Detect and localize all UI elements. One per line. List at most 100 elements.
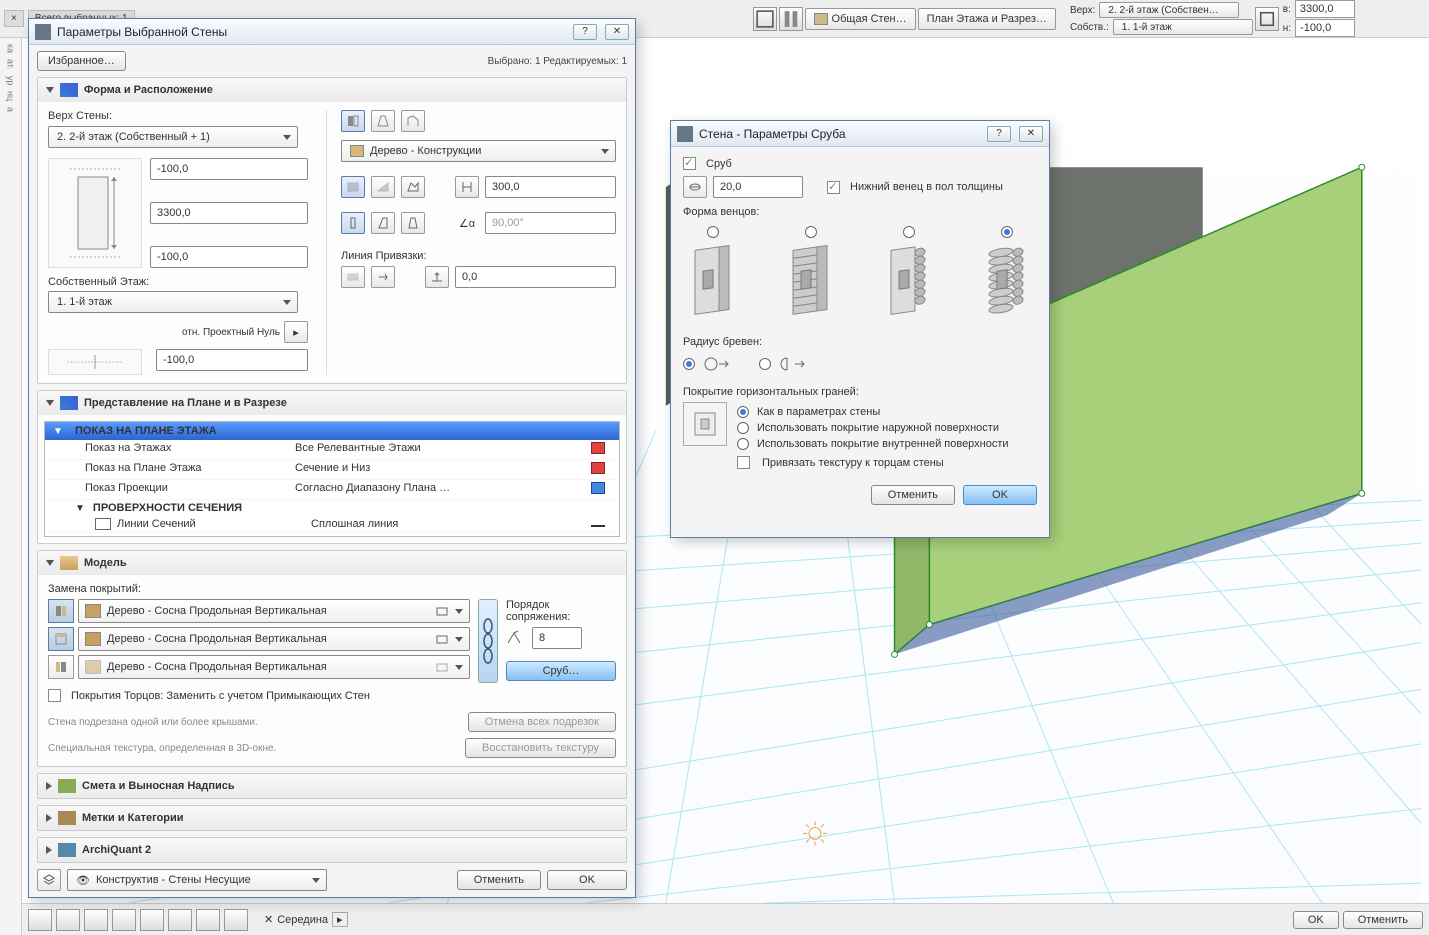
log-height-icon [683, 176, 707, 198]
refline-flip-icon[interactable] [371, 266, 395, 288]
profile-complex-icon[interactable] [401, 176, 425, 198]
end-surfaces-checkbox[interactable] [48, 689, 61, 702]
radius-full-radio[interactable] [683, 358, 695, 370]
section-model-header[interactable]: Модель [38, 551, 626, 575]
base-diagram [48, 349, 142, 375]
section-archiquant-header[interactable]: ArchiQuant 2 [38, 838, 626, 862]
tree-group-floorplan[interactable]: ▼ПОКАЗ НА ПЛАНЕ ЭТАЖА [45, 422, 619, 440]
plan-section-dropdown[interactable]: План Этажа и Разрез… [918, 8, 1056, 30]
chain-surfaces-toggle[interactable] [478, 599, 498, 683]
crown-shape-1-preview [683, 244, 743, 324]
log-button[interactable]: Сруб… [506, 661, 616, 681]
project-zero-input[interactable]: -100,0 [156, 349, 308, 371]
bb-icon-2[interactable] [56, 909, 80, 931]
plan-tree[interactable]: ▼ПОКАЗ НА ПЛАНЕ ЭТАЖА Показ на ЭтажахВсе… [44, 421, 620, 537]
layer-icon[interactable] [37, 869, 61, 891]
section-tags-header[interactable]: Метки и Категории [38, 806, 626, 830]
override-edge-toggle[interactable] [48, 627, 74, 651]
section-listing-header[interactable]: Смета и Выносная Надпись [38, 774, 626, 798]
own-link-label: Собств.: [1068, 22, 1111, 33]
override-in-toggle[interactable] [48, 655, 74, 679]
bb-icon-7[interactable] [196, 909, 220, 931]
tree-row[interactable]: Показ на Плане ЭтажаСечение и Низ [45, 460, 619, 480]
log-details-titlebar[interactable]: Стена - Параметры Сруба ? ✕ [671, 121, 1049, 147]
geom-poly-icon[interactable] [401, 110, 425, 132]
close-button[interactable]: ✕ [1019, 126, 1043, 142]
refline-type-icon[interactable] [341, 266, 365, 288]
rel-zero-icon[interactable]: ▸ [284, 321, 308, 343]
profile-flat-icon[interactable] [341, 176, 365, 198]
log-height-input[interactable]: 20,0 [713, 176, 803, 198]
material-dropdown[interactable]: Дерево - Конструкции [341, 140, 616, 162]
crown-shape-2-radio[interactable] [805, 226, 817, 238]
coverage-inner-radio[interactable] [737, 438, 749, 450]
link-icon[interactable] [1255, 7, 1279, 31]
favorites-button[interactable]: Избранное… [37, 51, 126, 71]
section-geometry-header[interactable]: Форма и Расположение [38, 78, 626, 102]
geom-trapezoid-icon[interactable] [371, 110, 395, 132]
tree-row[interactable]: Линии СеченийСплошная линия [45, 516, 619, 533]
trim-note: Стена подрезана одной или более крышами. [48, 717, 258, 728]
top-offset-input[interactable]: -100,0 [150, 158, 308, 180]
tab-close[interactable]: × [4, 10, 24, 27]
radius-half-radio[interactable] [759, 358, 771, 370]
top-link-dropdown[interactable]: 2. 2-й этаж (Собствен… [1099, 2, 1239, 18]
width-input[interactable] [1295, 0, 1355, 18]
log-ok-button[interactable]: OK [963, 485, 1037, 505]
height-input[interactable] [1295, 19, 1355, 37]
crown-shape-3-radio[interactable] [903, 226, 915, 238]
thickness-input[interactable]: 300,0 [485, 176, 616, 198]
bb-icon-1[interactable] [28, 909, 52, 931]
cancel-button[interactable]: Отменить [457, 870, 541, 890]
help-button[interactable]: ? [573, 24, 597, 40]
bb-icon-8[interactable] [224, 909, 248, 931]
slant-one-icon[interactable] [371, 212, 395, 234]
geometry-icon [60, 83, 78, 97]
log-checkbox[interactable] [683, 157, 696, 170]
wall-settings-dialog: Параметры Выбранной Стены ? ✕ Избранное…… [28, 18, 636, 898]
restore-texture-button[interactable]: Восстановить текстуру [465, 738, 616, 758]
top-wall-dropdown[interactable]: 2. 2-й этаж (Собственный + 1) [48, 126, 298, 148]
log-cancel-button[interactable]: Отменить [871, 485, 955, 505]
half-log-checkbox[interactable] [827, 181, 840, 194]
bottom-ok-button[interactable]: OK [1293, 911, 1339, 929]
crown-shape-1-radio[interactable] [707, 226, 719, 238]
tree-row[interactable]: Показ на ЭтажахВсе Релевантные Этажи [45, 440, 619, 460]
own-link-dropdown[interactable]: 1. 1-й этаж [1113, 19, 1253, 35]
override-out-toggle[interactable] [48, 599, 74, 623]
surface-edge-dropdown[interactable]: Дерево - Сосна Продольная Вертикальная [78, 627, 470, 651]
surface-out-dropdown[interactable]: Дерево - Сосна Продольная Вертикальная [78, 599, 470, 623]
help-button[interactable]: ? [987, 126, 1011, 142]
ok-button[interactable]: OK [547, 870, 627, 890]
close-button[interactable]: ✕ [605, 24, 629, 40]
bb-icon-3[interactable] [84, 909, 108, 931]
bottom-offset-input[interactable]: -100,0 [150, 246, 308, 268]
layer-dropdown[interactable]: 👁 Конструктив - Стены Несущие [67, 869, 327, 891]
bb-icon-4[interactable] [112, 909, 136, 931]
wall-settings-title: Параметры Выбранной Стены [57, 25, 565, 39]
coverage-wall-radio[interactable] [737, 406, 749, 418]
slant-two-icon[interactable] [401, 212, 425, 234]
geom-straight-icon[interactable] [341, 110, 365, 132]
crown-shape-4-radio[interactable] [1001, 226, 1013, 238]
tool-icon-2[interactable] [779, 7, 803, 31]
refline-offset-input[interactable]: 0,0 [455, 266, 616, 288]
tree-row[interactable]: Показ ПроекцииСогласно Диапазону Плана … [45, 480, 619, 500]
bb-icon-5[interactable] [140, 909, 164, 931]
wall-height-input[interactable]: 3300,0 [150, 202, 308, 224]
undo-trim-button[interactable]: Отмена всех подрезок [468, 712, 616, 732]
wall-type-dropdown[interactable]: Общая Стен… [805, 8, 916, 30]
slant-vertical-icon[interactable] [341, 212, 365, 234]
bind-texture-checkbox[interactable] [737, 456, 750, 469]
bottom-cancel-button[interactable]: Отменить [1343, 911, 1423, 929]
wall-settings-titlebar[interactable]: Параметры Выбранной Стены ? ✕ [29, 19, 635, 45]
coverage-label: Покрытие горизонтальных граней: [683, 386, 1037, 398]
coverage-outer-radio[interactable] [737, 422, 749, 434]
junction-input[interactable]: 8 [532, 627, 582, 649]
tool-icon[interactable] [753, 7, 777, 31]
surface-in-dropdown[interactable]: Дерево - Сосна Продольная Вертикальная [78, 655, 470, 679]
tree-group-cut[interactable]: ▼ПРОВЕРХНОСТИ СЕЧЕНИЯ [45, 500, 619, 516]
own-floor-dropdown[interactable]: 1. 1-й этаж [48, 291, 298, 313]
bb-icon-6[interactable] [168, 909, 192, 931]
profile-slant-icon[interactable] [371, 176, 395, 198]
